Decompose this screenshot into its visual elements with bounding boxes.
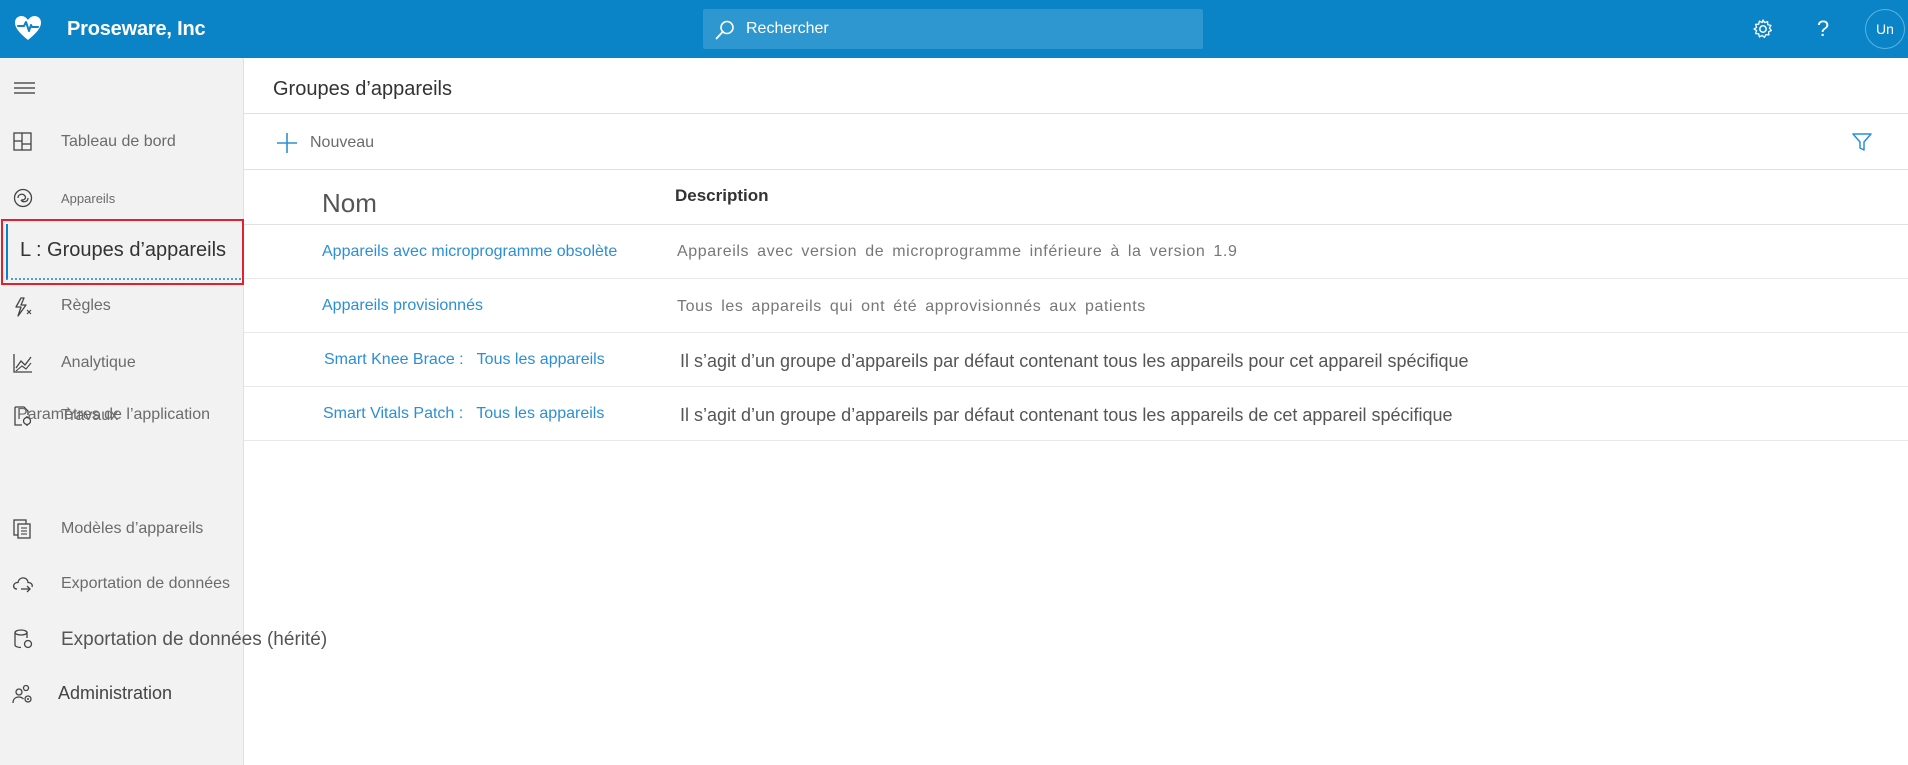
sidebar-item-devices[interactable]: Appareils xyxy=(0,175,244,219)
sidebar-item-analytics[interactable]: Analytique xyxy=(0,340,244,384)
table-row[interactable]: Appareils avec microprogramme obsolète A… xyxy=(244,225,1908,279)
sidebar-item-rules[interactable]: Règles xyxy=(0,284,244,328)
filter-icon[interactable] xyxy=(1851,131,1873,153)
user-avatar[interactable]: Un xyxy=(1865,9,1905,49)
search-input[interactable]: Rechercher xyxy=(746,20,829,38)
table-row[interactable]: Appareils provisionnés Tous les appareil… xyxy=(244,279,1908,333)
sidebar-item-label: Analytique xyxy=(61,354,136,371)
settings-button[interactable] xyxy=(1748,14,1778,44)
heart-pulse-logo-icon[interactable] xyxy=(12,12,44,44)
group-description: Tous les appareils qui ont été approvisi… xyxy=(677,298,1146,315)
sidebar-item-label: Administration xyxy=(58,683,173,703)
help-button[interactable]: ? xyxy=(1808,14,1838,44)
gear-icon xyxy=(1753,19,1773,39)
selection-focus-outline: L : Groupes d’appareils xyxy=(6,224,241,280)
sidebar-item-dashboard[interactable]: Tableau de bord xyxy=(0,119,244,163)
device-templates-icon xyxy=(13,519,31,539)
app-settings-section-label: Paramètres de l’application xyxy=(17,406,210,423)
group-name-link[interactable]: Appareils avec microprogramme obsolète xyxy=(322,243,617,261)
devices-icon xyxy=(13,188,33,208)
column-header-description[interactable]: Description xyxy=(675,186,769,206)
group-description: Il s’agit d’un groupe d’appareils par dé… xyxy=(680,405,1453,425)
title-divider xyxy=(244,113,1908,114)
table-row[interactable]: Smart Vitals Patch : Tous les appareils … xyxy=(244,387,1908,441)
search-box[interactable]: Rechercher xyxy=(703,9,1203,49)
toolbar-divider xyxy=(244,169,1908,170)
page-title: Groupes d’appareils xyxy=(273,78,452,100)
sidebar-item-device-groups[interactable]: L : Groupes d’appareils xyxy=(1,219,244,285)
plus-icon xyxy=(277,133,297,153)
data-export-icon xyxy=(12,577,33,593)
top-bar: Proseware, Inc Rechercher ? Un xyxy=(0,0,1908,58)
group-name-link[interactable]: Smart Vitals Patch : Tous les appareils xyxy=(323,405,604,423)
sidebar-item-label: Exportation de données xyxy=(61,575,231,592)
sidebar-item-administration[interactable]: Administration xyxy=(0,671,244,715)
sidebar-item-label: Règles xyxy=(61,297,111,314)
sidebar-item-legacy-data-export[interactable]: Exportation de données (hérité) xyxy=(0,616,360,660)
group-name-link[interactable]: Appareils provisionnés xyxy=(322,297,483,315)
search-icon xyxy=(715,20,734,40)
new-button-label: Nouveau xyxy=(310,134,375,151)
sidebar-item-label: Modèles d’appareils xyxy=(61,520,204,537)
sidebar-item-label: Appareils xyxy=(61,191,116,206)
column-header-name[interactable]: Nom xyxy=(322,188,377,219)
sidebar-item-label: Tableau de bord xyxy=(61,133,176,150)
sidebar-item-device-templates[interactable]: Modèles d’appareils xyxy=(0,506,244,550)
group-description: Appareils avec version de microprogramme… xyxy=(677,243,1238,260)
administration-icon xyxy=(12,684,32,704)
legacy-data-export-icon xyxy=(14,629,33,649)
table-row[interactable]: Smart Knee Brace : Tous les appareils Il… xyxy=(244,333,1908,387)
new-group-button[interactable]: Nouveau xyxy=(276,130,374,156)
group-name-link[interactable]: Smart Knee Brace : Tous les appareils xyxy=(324,351,605,369)
app-brand-name[interactable]: Proseware, Inc xyxy=(67,18,206,41)
sidebar-item-label: L : Groupes d’appareils xyxy=(20,239,227,261)
analytics-icon xyxy=(13,354,32,373)
sidebar-item-data-export[interactable]: Exportation de données xyxy=(0,561,244,605)
dashboard-icon xyxy=(13,132,32,151)
rules-icon xyxy=(15,297,32,317)
hamburger-menu-icon[interactable] xyxy=(14,80,36,98)
group-description: Il s’agit d’un groupe d’appareils par dé… xyxy=(680,351,1469,371)
sidebar-item-label: Exportation de données (hérité) xyxy=(61,629,328,650)
help-icon: ? xyxy=(1816,16,1830,41)
